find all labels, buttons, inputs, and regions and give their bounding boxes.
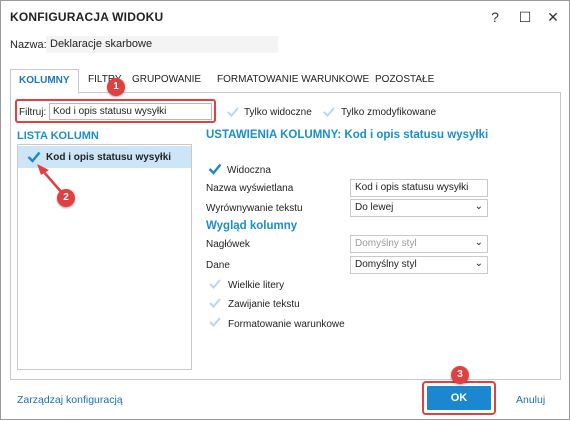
tab-grupowanie[interactable]: GRUPOWANIE: [124, 69, 209, 93]
uppercase-label: Wielkie litery: [228, 280, 285, 291]
data-label: Dane: [206, 260, 230, 271]
chevron-down-icon: ⌄: [474, 201, 483, 212]
tab-bar: KOLUMNY FILTRY GRUPOWANIE FORMATOWANIE W…: [10, 69, 561, 94]
dialog-title: KONFIGURACJA WIDOKU: [10, 10, 164, 24]
ok-button[interactable]: OK: [427, 386, 491, 410]
uppercase-checkbox[interactable]: [208, 277, 222, 291]
cancel-button[interactable]: Anuluj: [516, 394, 545, 406]
step-badge-2: 2: [57, 189, 75, 207]
column-visible-checkbox[interactable]: [27, 150, 41, 164]
list-item-label: Kod i opis statusu wysyłki: [46, 152, 172, 163]
data-style-select[interactable]: Domyślny styl ⌄: [350, 256, 488, 274]
header-label: Nagłówek: [206, 239, 250, 250]
help-icon[interactable]: ?: [485, 7, 505, 27]
data-style-value: Domyślny styl: [355, 259, 417, 270]
header-style-select[interactable]: Domyślny styl ⌄: [350, 235, 488, 253]
display-name-label: Nazwa wyświetlana: [206, 183, 294, 194]
tab-pozostale[interactable]: POZOSTAŁE: [367, 69, 442, 93]
align-value: Do lewej: [355, 202, 394, 213]
filter-label: Filtruj:: [19, 107, 47, 118]
settings-title: USTAWIENIA KOLUMNY: Kod i opis statusu w…: [206, 129, 489, 141]
look-section-title: Wygląd kolumny: [206, 220, 298, 232]
wrap-label: Zawijanie tekstu: [228, 299, 300, 310]
align-label: Wyrównywanie tekstu: [206, 203, 303, 214]
manage-configuration-link[interactable]: Zarządzaj konfiguracją: [17, 394, 123, 406]
conditional-format-checkbox[interactable]: [208, 315, 222, 329]
conditional-format-label: Formatowanie warunkowe: [228, 319, 345, 330]
only-visible-label: Tylko widoczne: [244, 107, 312, 118]
chevron-down-icon: ⌄: [474, 258, 483, 269]
only-visible-checkbox[interactable]: [226, 105, 240, 119]
align-select[interactable]: Do lewej ⌄: [350, 199, 488, 217]
chevron-down-icon: ⌄: [474, 237, 483, 248]
display-name-field[interactable]: Kod i opis statusu wysyłki: [350, 179, 488, 197]
visible-checkbox[interactable]: [208, 162, 222, 176]
tab-formatowanie-warunkowe[interactable]: FORMATOWANIE WARUNKOWE: [209, 69, 377, 93]
visible-label: Widoczna: [227, 165, 271, 176]
maximize-icon[interactable]: ☐: [515, 7, 535, 27]
name-label: Nazwa:: [10, 39, 47, 51]
name-field[interactable]: Deklaracje skarbowe: [46, 36, 278, 53]
wrap-checkbox[interactable]: [208, 296, 222, 310]
column-list-title: LISTA KOLUMN: [17, 130, 99, 142]
close-icon[interactable]: ✕: [543, 7, 563, 27]
only-modified-checkbox[interactable]: [322, 105, 336, 119]
only-modified-label: Tylko zmodyfikowane: [341, 107, 437, 118]
title-bar: KONFIGURACJA WIDOKU ? ☐ ✕: [1, 1, 569, 33]
tab-kolumny[interactable]: KOLUMNY: [10, 69, 79, 94]
step-badge-3: 3: [451, 366, 469, 384]
step-badge-1: 1: [107, 78, 125, 96]
filter-input[interactable]: Kod i opis statusu wysyłki: [49, 103, 212, 120]
column-list: [17, 144, 192, 370]
dialog-window: KONFIGURACJA WIDOKU ? ☐ ✕ Nazwa: Deklara…: [0, 0, 570, 420]
header-style-value: Domyślny styl: [355, 238, 417, 249]
